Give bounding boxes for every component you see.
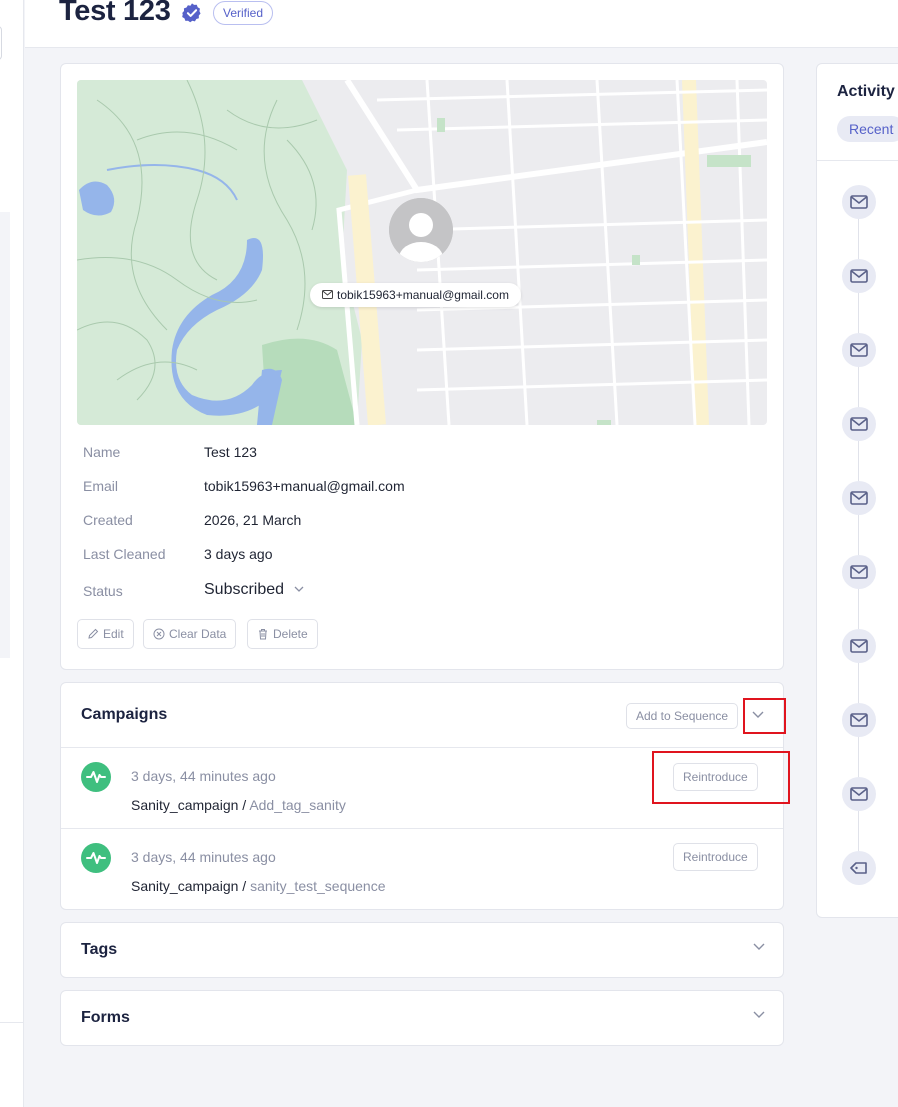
location-map[interactable]: tobik15963+manual@gmail.com [77,80,767,425]
campaigns-divider [61,747,783,748]
mail-icon [842,629,876,663]
avatar [389,198,453,262]
mail-icon [842,185,876,219]
highlight-box-expand [743,698,786,734]
path-separator: / [238,797,250,813]
timeline-line [858,204,859,864]
name-value: Test 123 [204,444,257,460]
status-value: Subscribed [204,581,285,598]
add-to-sequence-button[interactable]: Add to Sequence [626,703,739,729]
circle-x-icon [153,628,165,640]
reintroduce-button[interactable]: Reintroduce [673,843,758,871]
activity-pulse-icon [81,843,111,873]
mail-icon [842,481,876,515]
activity-divider [817,160,898,161]
status-dropdown[interactable]: Subscribed [204,581,304,599]
mail-icon [842,333,876,367]
sidebar-divider [0,1022,24,1023]
trash-icon [259,628,267,640]
forms-card[interactable]: Forms [60,990,784,1046]
created-value: 2026, 21 March [204,512,302,528]
tag-icon [842,851,876,885]
chevron-down-icon[interactable] [753,943,765,951]
activity-title: Activity [837,83,895,100]
name-label: Name [83,444,121,460]
campaigns-item-divider [61,828,783,829]
edit-label: Edit [103,627,124,641]
highlight-box-reintroduce [652,751,790,804]
page-title: Test 123 [59,0,171,27]
forms-title: Forms [81,1009,130,1026]
chevron-down-icon[interactable] [753,1011,765,1019]
page-header: Test 123 Verified [25,0,898,48]
email-label: Email [83,478,119,494]
campaign-path: Sanity_campaign / Add_tag_sanity [131,797,346,813]
sequence-link[interactable]: Add_tag_sanity [249,797,346,813]
sidebar-panel [0,212,10,658]
tags-title: Tags [81,941,118,958]
mail-icon [842,407,876,441]
campaign-time: 3 days, 44 minutes ago [131,849,276,865]
last-cleaned-label: Last Cleaned [83,546,166,562]
campaigns-title: Campaigns [81,706,168,723]
mail-icon [842,555,876,589]
campaigns-card: Campaigns Add to Sequence 3 days, 44 min… [60,682,790,910]
path-separator: / [238,878,251,894]
verified-check-icon [182,3,201,23]
campaign-name: Sanity_campaign [131,878,239,894]
verified-badge: Verified [213,1,274,25]
sequence-link[interactable]: sanity_test_sequence [250,878,385,894]
campaign-path: Sanity_campaign / sanity_test_sequence [131,878,386,894]
profile-card: tobik15963+manual@gmail.com Name Test 12… [60,63,784,670]
created-label: Created [83,512,133,528]
left-sidebar [0,0,24,1107]
map-email-chip: tobik15963+manual@gmail.com [310,283,521,307]
last-cleaned-value: 3 days ago [204,546,273,562]
clear-data-button[interactable]: Clear Data [143,619,237,649]
mail-icon [842,259,876,293]
delete-button[interactable]: Delete [247,619,318,649]
delete-label: Delete [273,627,308,641]
email-value: tobik15963+manual@gmail.com [204,478,405,494]
chevron-down-icon[interactable] [752,711,764,719]
chevron-down-icon [294,586,304,592]
mail-icon [842,777,876,811]
status-label: Status [83,583,123,599]
campaign-name: Sanity_campaign [131,797,239,813]
tags-card[interactable]: Tags [60,922,784,978]
tab-recent[interactable]: Recent [837,116,898,142]
sidebar-control[interactable] [0,26,2,60]
mail-icon [322,290,333,300]
activity-pulse-icon [81,762,111,792]
activity-panel: Activity Recent [816,63,898,918]
pencil-icon [88,628,99,639]
clear-data-label: Clear Data [169,627,227,641]
map-email-text: tobik15963+manual@gmail.com [337,288,509,302]
campaign-time: 3 days, 44 minutes ago [131,768,276,784]
edit-button[interactable]: Edit [77,619,134,649]
mail-icon [842,703,876,737]
